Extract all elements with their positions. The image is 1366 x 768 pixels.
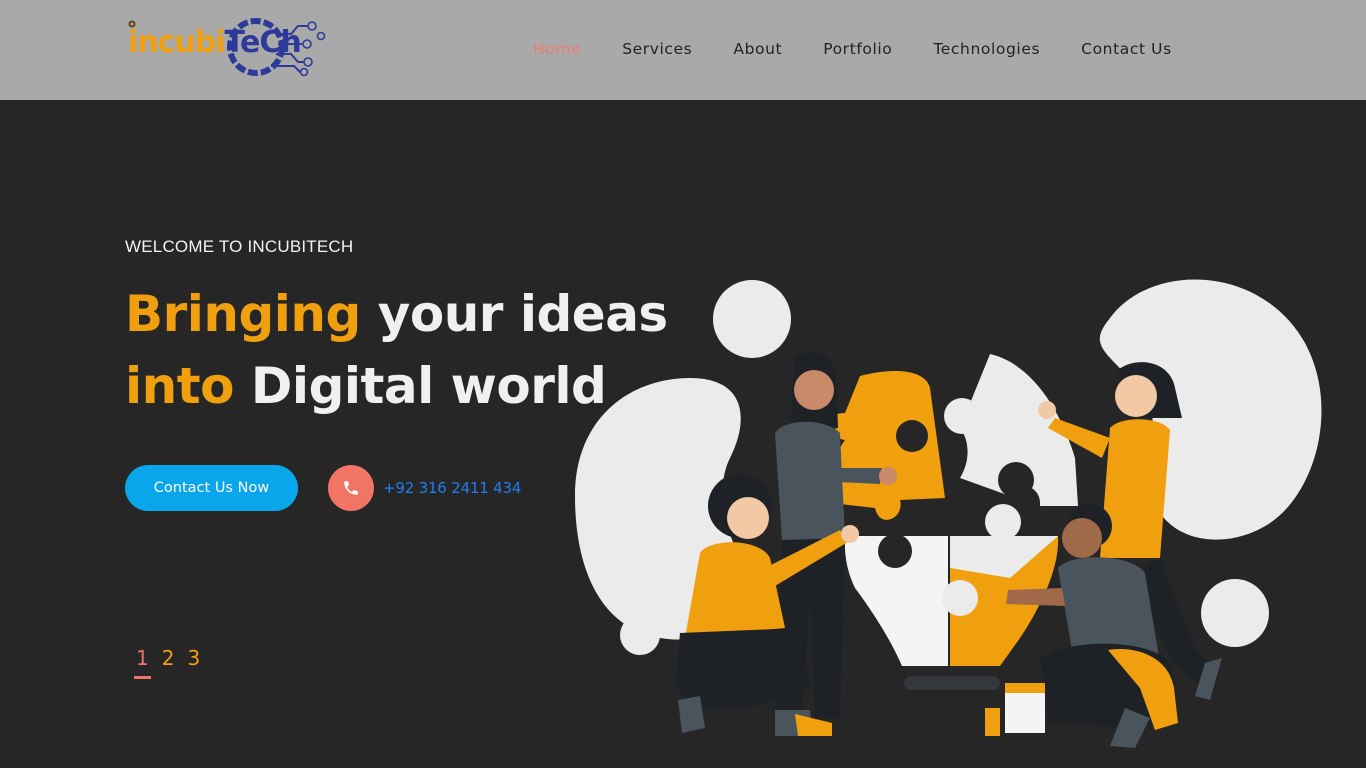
slide-page-1[interactable]: 1 <box>134 646 151 679</box>
phone-button[interactable] <box>328 465 374 511</box>
nav-home[interactable]: Home <box>533 40 581 58</box>
logo-text: incubiTeCh <box>128 25 302 60</box>
nav-portfolio[interactable]: Portfolio <box>823 40 892 58</box>
headline-accent-1: Bringing <box>125 285 361 343</box>
headline-rest-2: Digital world <box>250 357 607 415</box>
slide-page-2[interactable]: 2 <box>162 646 175 676</box>
nav-technologies[interactable]: Technologies <box>933 40 1040 58</box>
nav-about[interactable]: About <box>733 40 782 58</box>
main-nav: Home Services About Portfolio Technologi… <box>533 40 1213 58</box>
nav-services[interactable]: Services <box>622 40 692 58</box>
phone-number-link[interactable]: +92 316 2411 434 <box>383 479 521 497</box>
slider-pagination: 1 2 3 <box>134 646 200 679</box>
contact-us-now-button[interactable]: Contact Us Now <box>125 465 298 511</box>
logo-text-part1: incubi <box>128 25 226 60</box>
nav-contact-us[interactable]: Contact Us <box>1081 40 1172 58</box>
welcome-text: WELCOME TO INCUBITECH <box>125 237 354 256</box>
headline-accent-2: into <box>125 357 235 415</box>
site-header: incubiTeCh Home Services About Portfolio… <box>0 0 1366 100</box>
logo[interactable]: incubiTeCh <box>126 14 328 80</box>
logo-text-part2: TeCh <box>224 25 302 60</box>
slide-page-3[interactable]: 3 <box>187 646 200 676</box>
teamwork-puzzle-illustration <box>575 279 1322 748</box>
phone-icon <box>344 481 358 495</box>
